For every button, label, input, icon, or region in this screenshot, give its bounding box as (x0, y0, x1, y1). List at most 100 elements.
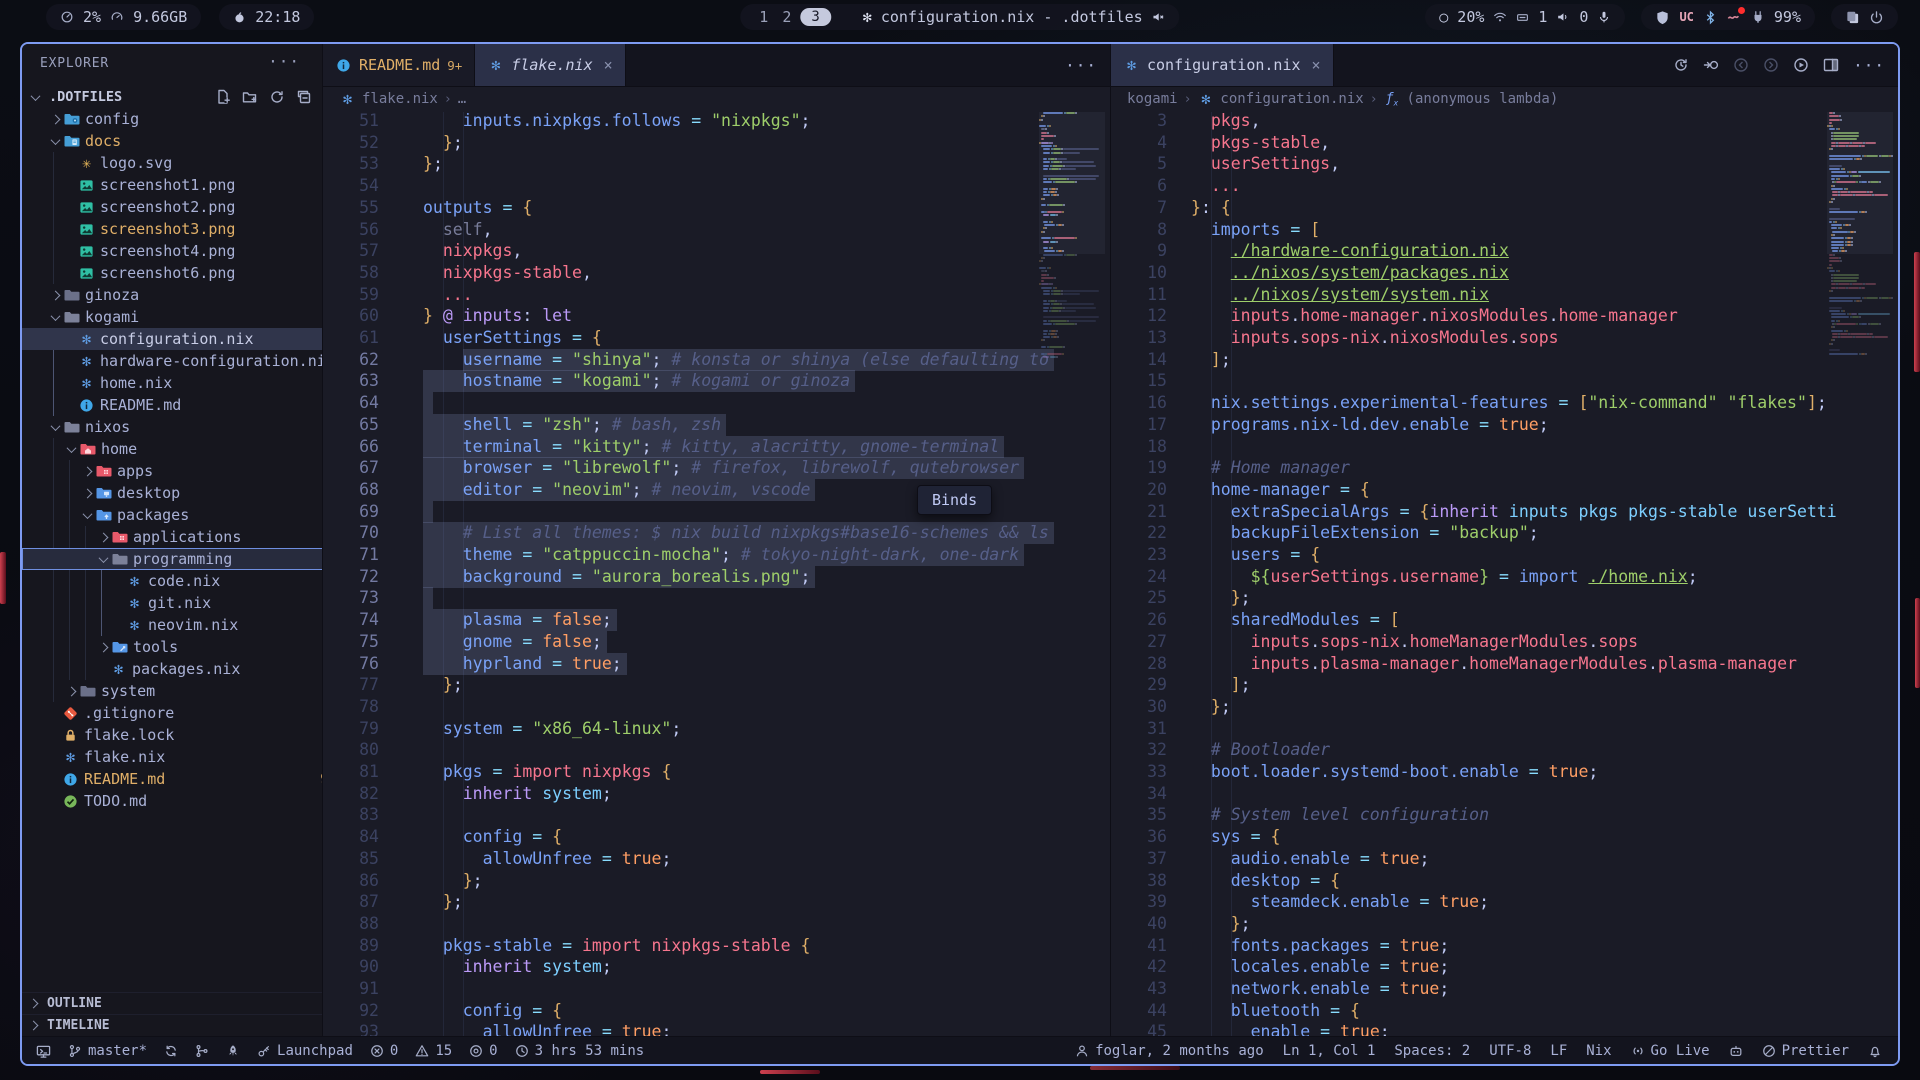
breadcrumb-item[interactable]: flake.nix (362, 91, 438, 107)
tree-file-configuration-nix[interactable]: ✻configuration.nix (22, 328, 366, 350)
code-line-82: inherit system; (323, 783, 1111, 805)
status-nix[interactable]: Nix (1586, 1043, 1611, 1059)
status-clock[interactable]: 3 hrs 53 mins (515, 1043, 645, 1059)
tab-readme-md[interactable]: README.md9+ (323, 44, 475, 86)
tree-file-screenshot1-png[interactable]: screenshot1.png (22, 174, 366, 196)
tree-folder-kogami[interactable]: kogami (22, 306, 350, 328)
status-remote[interactable] (36, 1044, 51, 1059)
collapse-all-icon[interactable] (296, 89, 312, 105)
code-line-75: gnome = false; (323, 631, 1111, 653)
workspace-1[interactable]: 1 (754, 8, 773, 26)
tree-folder-config[interactable]: config (22, 108, 350, 130)
explorer-title: EXPLORER (40, 56, 109, 71)
file-label: packages.nix (132, 660, 240, 678)
tree-file-flake-nix[interactable]: ✻flake.nix (22, 746, 350, 768)
status-branch[interactable]: master* (68, 1043, 147, 1059)
tray-app-icon[interactable]: UC (1679, 10, 1693, 24)
status-rocket[interactable] (226, 1044, 240, 1058)
vpn-shield-icon[interactable] (1655, 10, 1670, 25)
run-icon[interactable] (1793, 57, 1809, 73)
status-sync[interactable] (164, 1044, 178, 1058)
tree-file-screenshot2-png[interactable]: screenshot2.png (22, 196, 366, 218)
tree-file-screenshot4-png[interactable]: screenshot4.png (22, 240, 366, 262)
tree-file-home-nix[interactable]: ✻home.nix (22, 372, 366, 394)
binds-tooltip: Binds (917, 485, 992, 515)
nix-icon: ✻ (863, 8, 872, 26)
minimap-slider[interactable] (1827, 112, 1893, 254)
code-line-68: editor = "neovim"; # neovim, vscode (323, 479, 1111, 501)
new-file-icon[interactable] (215, 89, 231, 105)
code-editor-configuration-nix[interactable]: 3 pkgs,4 pkgs-stable,5 userSettings,6 ..… (1111, 112, 1899, 1036)
outline-section[interactable]: OUTLINE (22, 992, 322, 1014)
status-broadcast[interactable]: Go Live (1631, 1043, 1710, 1059)
breadcrumb-left[interactable]: ✻flake.nix›… (323, 86, 1111, 112)
status-lf[interactable]: LF (1550, 1043, 1567, 1059)
tree-file-hardware-configuration-nix[interactable]: ✻hardware-configuration.nix (22, 350, 366, 372)
breadcrumb-separator: › (1184, 92, 1192, 107)
tree-folder-nixos[interactable]: nixos (22, 416, 350, 438)
tree-folder-docs[interactable]: docs (22, 130, 350, 152)
code-editor-flake-nix[interactable]: 51 inputs.nixpkgs.follows = "nixpkgs";52… (323, 112, 1111, 1036)
breadcrumb-right[interactable]: kogami›✻configuration.nix›ƒx(anonymous l… (1111, 86, 1899, 112)
notification-wave-icon[interactable] (1727, 10, 1742, 25)
bluetooth-icon[interactable] (1703, 10, 1718, 25)
status-slash[interactable]: Prettier (1762, 1043, 1849, 1059)
tree-file-screenshot3-png[interactable]: screenshot3.pngU (22, 218, 366, 240)
minimap[interactable] (1827, 112, 1893, 1036)
minimap[interactable] (1039, 112, 1105, 1036)
workspace-3-active[interactable]: 3 (800, 8, 830, 26)
file-label: screenshot6.png (100, 264, 235, 282)
split-editor-icon[interactable] (1823, 57, 1839, 73)
refresh-icon[interactable] (269, 89, 285, 105)
status-label: Launchpad (277, 1043, 353, 1059)
status-utf-8[interactable]: UTF-8 (1489, 1043, 1531, 1059)
close-icon[interactable]: × (604, 56, 613, 74)
breadcrumb-item[interactable]: configuration.nix (1220, 91, 1363, 107)
tree-file-flake-lock[interactable]: flake.lock (22, 724, 350, 746)
breadcrumb-item[interactable]: kogami (1127, 91, 1178, 107)
history-icon[interactable] (1673, 57, 1689, 73)
tab-flake-nix[interactable]: ✻flake.nix× (475, 44, 625, 86)
tree-folder-system[interactable]: system (22, 680, 366, 702)
status-person[interactable]: foglar, 2 months ago (1075, 1043, 1264, 1059)
new-folder-icon[interactable] (242, 89, 258, 105)
status-merge[interactable] (195, 1044, 209, 1058)
code-line-66: terminal = "kitty"; # kitty, alacritty, … (323, 436, 1111, 458)
status-warn[interactable]: 15 (415, 1043, 452, 1059)
tab-configuration-nix[interactable]: ✻configuration.nix× (1111, 44, 1334, 86)
more-icon[interactable]: ··· (1065, 56, 1097, 75)
nav-forward-icon[interactable] (1763, 57, 1779, 73)
code-line-79: system = "x86_64-linux"; (323, 718, 1111, 740)
timeline-section[interactable]: TIMELINE (22, 1014, 322, 1036)
minimap-slider[interactable] (1039, 112, 1105, 254)
clipboard-icon[interactable] (1845, 10, 1860, 25)
power-icon[interactable] (1869, 10, 1884, 25)
tree-file-screenshot6-png[interactable]: screenshot6.png (22, 262, 366, 284)
status-key[interactable]: Launchpad (257, 1043, 353, 1059)
folder-desktop-icon (95, 485, 112, 501)
status-robot[interactable] (1729, 1044, 1743, 1058)
status-error[interactable]: 0 (370, 1043, 398, 1059)
nav-back-icon[interactable] (1733, 57, 1749, 73)
status-target[interactable]: 0 (469, 1043, 497, 1059)
session-pill[interactable] (1831, 4, 1898, 30)
tree-file--gitignore[interactable]: .gitignore (22, 702, 350, 724)
explorer-more-icon[interactable]: ··· (268, 52, 300, 71)
tree-file-logo-svg[interactable]: ✳logo.svg (22, 152, 366, 174)
more-icon[interactable]: ··· (1853, 56, 1885, 75)
close-icon[interactable]: × (1312, 56, 1321, 74)
status-ln-1-col-1[interactable]: Ln 1, Col 1 (1283, 1043, 1376, 1059)
workspace-2[interactable]: 2 (777, 8, 796, 26)
status-spaces-2[interactable]: Spaces: 2 (1394, 1043, 1470, 1059)
tree-file-readme-md[interactable]: README.md (22, 394, 366, 416)
breadcrumb-item[interactable]: (anonymous lambda) (1407, 91, 1559, 107)
open-changes-icon[interactable] (1703, 57, 1719, 73)
tree-folder-ginoza[interactable]: ginoza (22, 284, 350, 306)
breadcrumb-item[interactable]: … (458, 91, 466, 107)
tree-file-readme-md[interactable]: README.md9+ (22, 768, 350, 790)
tree-folder-home[interactable]: home (22, 438, 366, 460)
workspace-switcher[interactable]: 123 (754, 8, 831, 26)
status-bell[interactable] (1868, 1044, 1882, 1058)
tree-file-todo-md[interactable]: TODO.md (22, 790, 350, 812)
system-tray-pill[interactable]: UC 99% (1641, 4, 1815, 30)
